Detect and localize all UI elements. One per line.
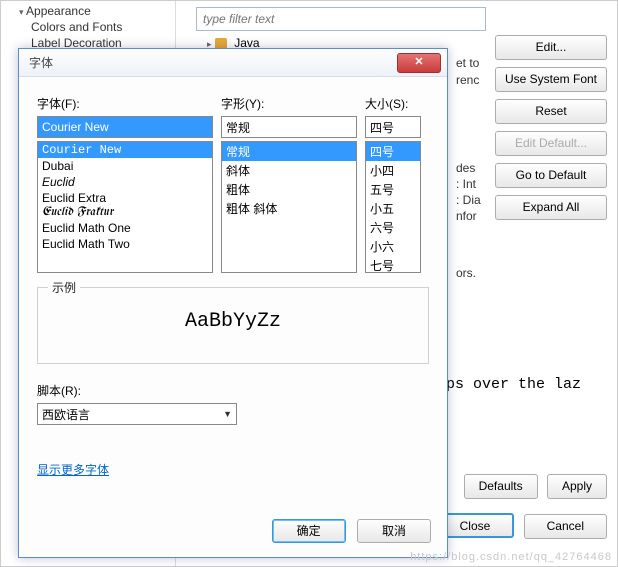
list-item[interactable]: Euclid Fraktur xyxy=(38,206,212,220)
dialog-title: 字体 xyxy=(29,54,397,71)
font-input[interactable] xyxy=(37,116,213,138)
tree-label: Appearance xyxy=(26,4,91,18)
clipped-text: renc xyxy=(456,73,479,87)
list-item[interactable]: 粗体 斜体 xyxy=(222,199,356,218)
defaults-button[interactable]: Defaults xyxy=(464,474,538,499)
list-item[interactable]: 小六 xyxy=(366,237,420,256)
clipped-text: et to xyxy=(456,56,479,70)
list-item[interactable]: 七号 xyxy=(366,256,420,273)
clipped-text: nfor xyxy=(456,209,477,223)
list-item[interactable]: Euclid Math One xyxy=(38,220,212,236)
list-item[interactable]: 五号 xyxy=(366,180,420,199)
edit-button[interactable]: Edit... xyxy=(495,35,607,60)
list-item[interactable]: 常规 xyxy=(222,142,356,161)
reset-button[interactable]: Reset xyxy=(495,99,607,124)
apply-button[interactable]: Apply xyxy=(547,474,607,499)
use-system-font-button[interactable]: Use System Font xyxy=(495,67,607,92)
sample-group: 示例 AaBbYyZz xyxy=(37,287,429,364)
more-fonts-link[interactable]: 显示更多字体 xyxy=(37,463,109,477)
dialog-buttons: 确定 取消 xyxy=(264,519,431,543)
ok-button[interactable]: 确定 xyxy=(272,519,346,543)
filter-input[interactable] xyxy=(196,7,486,31)
font-dialog: 字体 ✕ 字体(F): Courier New Dubai Euclid Euc… xyxy=(18,48,448,558)
close-icon[interactable]: ✕ xyxy=(397,53,441,73)
clipped-text: des xyxy=(456,161,475,175)
list-item[interactable]: Euclid Extra xyxy=(38,190,212,206)
watermark: https://blog.csdn.net/qq_42764468 xyxy=(410,551,612,563)
cancel-button[interactable]: 取消 xyxy=(357,519,431,543)
title-bar[interactable]: 字体 ✕ xyxy=(19,49,447,77)
tree-label: Colors and Fonts xyxy=(31,20,122,34)
script-value: 西欧语言 xyxy=(42,406,223,423)
size-input[interactable] xyxy=(365,116,421,138)
clipped-text: : Dia xyxy=(456,193,481,207)
list-item[interactable]: 小五 xyxy=(366,199,420,218)
close-cancel-row: Close Cancel xyxy=(430,513,607,546)
expand-all-button[interactable]: Expand All xyxy=(495,195,607,220)
style-input[interactable] xyxy=(221,116,357,138)
list-item[interactable]: Dubai xyxy=(38,158,212,174)
size-listbox[interactable]: 四号 小四 五号 小五 六号 小六 七号 xyxy=(365,141,421,273)
list-item[interactable]: 小四 xyxy=(366,161,420,180)
go-to-default-button[interactable]: Go to Default xyxy=(495,163,607,188)
sample-label: 示例 xyxy=(48,279,80,296)
side-buttons: Edit... Use System Font Reset Edit Defau… xyxy=(495,35,607,227)
script-combo[interactable]: 西欧语言 ▼ xyxy=(37,403,237,425)
clipped-text: ors. xyxy=(456,266,476,280)
edit-default-button: Edit Default... xyxy=(495,131,607,156)
style-listbox[interactable]: 常规 斜体 粗体 粗体 斜体 xyxy=(221,141,357,273)
chevron-down-icon: ▼ xyxy=(223,409,232,419)
dialog-body: 字体(F): Courier New Dubai Euclid Euclid E… xyxy=(19,77,447,490)
list-item[interactable]: 粗体 xyxy=(222,180,356,199)
font-listbox[interactable]: Courier New Dubai Euclid Euclid Extra Eu… xyxy=(37,141,213,273)
list-item[interactable]: Euclid xyxy=(38,174,212,190)
clipped-text: : Int xyxy=(456,177,476,191)
tree-item-colors-fonts[interactable]: Colors and Fonts xyxy=(13,19,175,35)
tree-item-appearance[interactable]: Appearance xyxy=(13,3,175,19)
bottom-buttons: Defaults Apply xyxy=(458,474,607,506)
preview-text: ps over the laz xyxy=(446,376,581,393)
list-item[interactable]: 六号 xyxy=(366,218,420,237)
font-label: 字体(F): xyxy=(37,95,213,112)
style-label: 字形(Y): xyxy=(221,95,357,112)
size-label: 大小(S): xyxy=(365,95,421,112)
list-item[interactable]: Courier New xyxy=(38,142,212,158)
script-label: 脚本(R): xyxy=(37,382,429,399)
list-item[interactable]: 斜体 xyxy=(222,161,356,180)
cancel-button[interactable]: Cancel xyxy=(524,514,607,539)
sample-text: AaBbYyZz xyxy=(48,302,418,341)
list-item[interactable]: Euclid Math Two xyxy=(38,236,212,252)
list-item[interactable]: 四号 xyxy=(366,142,420,161)
